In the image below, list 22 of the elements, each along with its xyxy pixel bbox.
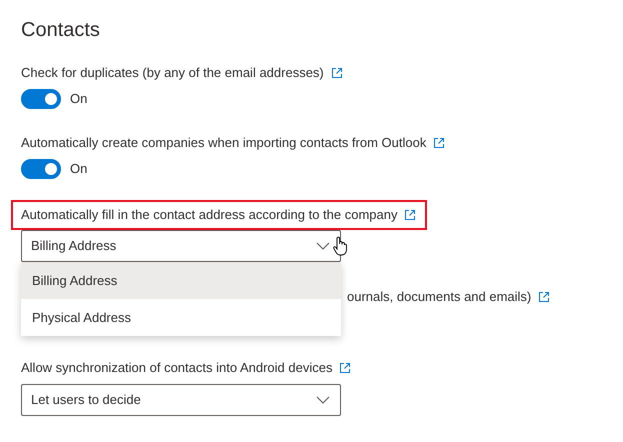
- menu-item[interactable]: Physical Address: [21, 299, 341, 336]
- setting-label: Check for duplicates (by any of the email addresses): [21, 64, 324, 82]
- dropdown[interactable]: Let users to decide: [21, 384, 341, 416]
- toggle-switch[interactable]: [21, 89, 61, 109]
- chevron-down-icon: [316, 396, 330, 404]
- setting-label: ournals, documents and emails): [347, 288, 532, 306]
- toggle-switch[interactable]: [21, 159, 61, 179]
- chevron-down-icon: [316, 242, 330, 250]
- page-title: Contacts: [21, 18, 100, 43]
- hand-cursor-icon: [333, 236, 347, 256]
- dropdown[interactable]: Billing Address: [21, 230, 341, 262]
- external-link-icon[interactable]: [339, 362, 352, 374]
- menu-item[interactable]: Billing Address: [21, 262, 341, 299]
- toggle-state: On: [70, 160, 88, 178]
- setting-label: Automatically fill in the contact address according to the company: [21, 206, 398, 224]
- setting-label: Automatically create companies when importing contacts from Outlook: [21, 134, 426, 152]
- external-link-icon[interactable]: [330, 67, 343, 79]
- setting-label: Allow synchronization of contacts into Android devices: [21, 359, 332, 378]
- external-link-icon[interactable]: [433, 137, 446, 149]
- toggle-state: On: [70, 90, 88, 108]
- external-link-icon[interactable]: [404, 209, 416, 221]
- external-link-icon[interactable]: [538, 291, 550, 303]
